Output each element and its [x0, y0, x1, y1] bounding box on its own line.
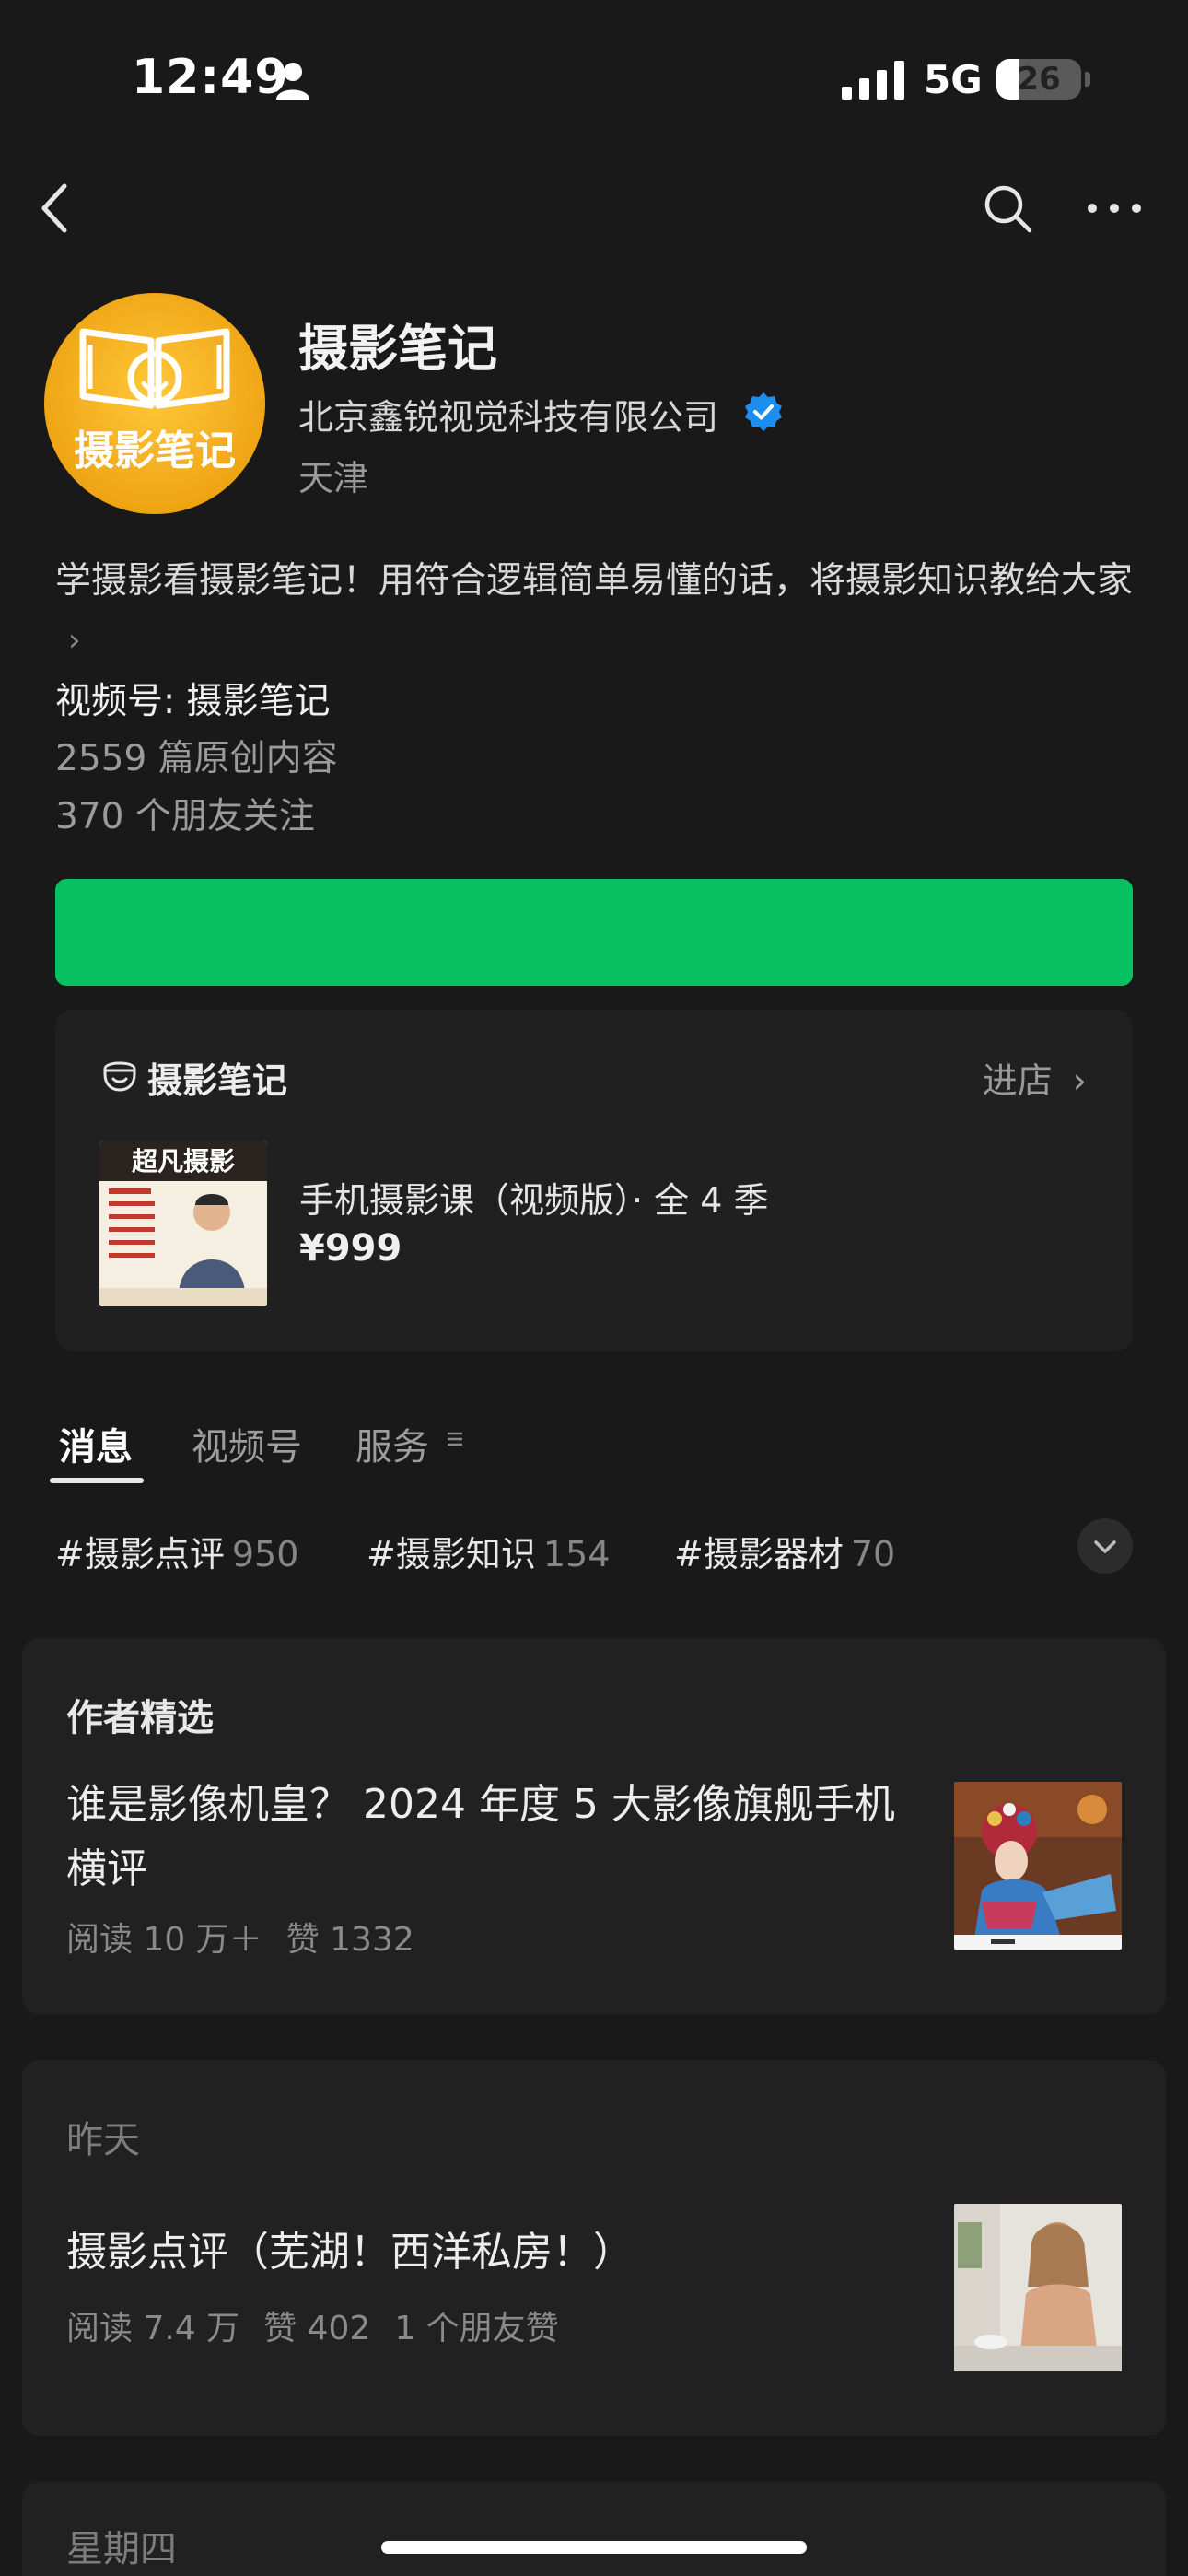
location: 天津: [298, 458, 369, 498]
tab-services[interactable]: 服务: [355, 1417, 429, 1470]
article-title[interactable]: 摄影点评（芜湖！西洋私房！）: [66, 2220, 932, 2285]
hashtag-count: 154: [542, 1534, 611, 1575]
hashtag-count: 70: [850, 1534, 896, 1575]
search-icon[interactable]: [982, 182, 1033, 234]
date-heading: 昨天: [66, 2119, 140, 2161]
product-title[interactable]: 手机摄影课（视频版）· 全 4 季: [299, 1172, 769, 1223]
chevron-right-icon: ›: [1072, 1060, 1087, 1101]
opera-costume-photo-icon: [954, 1782, 1122, 1950]
chevron-right-icon: ›: [68, 621, 81, 659]
enter-store-label: 进店: [982, 1060, 1053, 1101]
product-thumbnail[interactable]: 超凡摄影: [99, 1141, 267, 1306]
like-count: 赞 402: [263, 2310, 371, 2348]
person-icon: [276, 63, 309, 100]
hashtag-photo-gear[interactable]: #摄影器材 70: [674, 1526, 895, 1576]
bio[interactable]: 学摄影看摄影笔记！用符合逻辑简单易懂的话，将摄影知识教给大家 ›: [55, 553, 1142, 669]
store-icon: [103, 1061, 136, 1092]
signal-icon: [842, 61, 904, 100]
company-name[interactable]: 北京鑫锐视觉科技有限公司: [298, 389, 718, 439]
hashtag-label: #摄影点评: [55, 1534, 225, 1575]
hashtag-label: #摄影器材: [674, 1534, 844, 1575]
menu-icon: [448, 1432, 462, 1446]
article-meta: 阅读 7.4 万赞 402 1 个朋友赞: [66, 2301, 559, 2349]
chevron-down-icon: [1094, 1540, 1116, 1553]
tab-messages[interactable]: 消息: [59, 1417, 133, 1470]
product-price: ¥999: [299, 1227, 402, 1270]
bio-text: 学摄影看摄影笔记！用符合逻辑简单易懂的话，将摄影知识教给大家: [55, 560, 1134, 602]
account-profile-page: 12:49 5G 26 摄影笔记 摄影笔记 北京鑫锐视觉科技有限公司 天津 学摄…: [0, 0, 1188, 2576]
article-meta: 阅读 10 万＋ 赞 1332: [66, 1913, 414, 1961]
featured-card: 作者精选 谁是影像机皇？ 2024 年度 5 大影像旗舰手机横评 阅读 10 万…: [22, 1638, 1166, 2014]
date-heading: 星期四: [66, 2528, 177, 2570]
more-horizontal-icon[interactable]: [1085, 197, 1144, 219]
portrait-photo-icon: [954, 2204, 1122, 2371]
account-name: 摄影笔记: [298, 320, 497, 378]
article-title[interactable]: 谁是影像机皇？ 2024 年度 5 大影像旗舰手机横评: [66, 1773, 932, 1902]
battery-percent: 26: [1017, 61, 1061, 98]
active-tab-indicator: [50, 1478, 144, 1483]
network-type: 5G: [924, 57, 983, 102]
svg-text:超凡摄影: 超凡摄影: [132, 1146, 235, 1177]
store-card[interactable]: 摄影笔记 进店 › 超凡摄影 手机摄影课（视频版）· 全 4 季 ¥999: [55, 1010, 1133, 1351]
friends-following[interactable]: 370 个朋友关注: [55, 788, 315, 839]
status-time: 12:49: [132, 50, 289, 105]
yesterday-card: 昨天 摄影点评（芜湖！西洋私房！） 阅读 7.4 万赞 402 1 个朋友赞: [22, 2060, 1166, 2436]
book-logo-icon: 摄影笔记: [44, 293, 265, 514]
chevron-left-icon[interactable]: [37, 181, 74, 236]
friends-like-count: 1 个朋友赞: [394, 2310, 559, 2348]
hashtag-photo-review[interactable]: #摄影点评 950: [55, 1526, 298, 1576]
hashtag-count: 950: [231, 1534, 299, 1575]
svg-text:摄影笔记: 摄影笔记: [74, 427, 236, 474]
read-count: 阅读 10 万＋: [66, 1921, 262, 1959]
thursday-card: 星期四: [22, 2482, 1166, 2576]
status-bar: 12:49 5G 26: [0, 0, 1188, 138]
hashtag-label: #摄影知识: [367, 1534, 536, 1575]
enter-store-link[interactable]: 进店 ›: [983, 1052, 1087, 1103]
article-thumbnail[interactable]: [954, 1782, 1122, 1950]
home-indicator[interactable]: [381, 2541, 807, 2554]
battery-cap: [1085, 72, 1090, 87]
channel-link[interactable]: 视频号: 摄影笔记: [55, 673, 331, 724]
tab-channels[interactable]: 视频号: [192, 1417, 302, 1470]
verified-icon: [745, 392, 782, 431]
like-count: 赞 1332: [285, 1921, 414, 1959]
article-thumbnail[interactable]: [954, 2204, 1122, 2371]
avatar[interactable]: 摄影笔记: [44, 293, 265, 514]
original-count: 2559 篇原创内容: [55, 738, 338, 779]
follow-button[interactable]: [55, 879, 1133, 986]
store-name: 摄影笔记: [147, 1060, 288, 1101]
battery-icon: 26: [996, 59, 1081, 100]
course-cover-icon: 超凡摄影: [99, 1141, 267, 1306]
expand-hashtags-button[interactable]: [1077, 1518, 1133, 1574]
read-count: 阅读 7.4 万: [66, 2310, 240, 2348]
section-heading: 作者精选: [66, 1697, 214, 1739]
hashtag-photo-knowledge[interactable]: #摄影知识 154: [367, 1526, 610, 1576]
